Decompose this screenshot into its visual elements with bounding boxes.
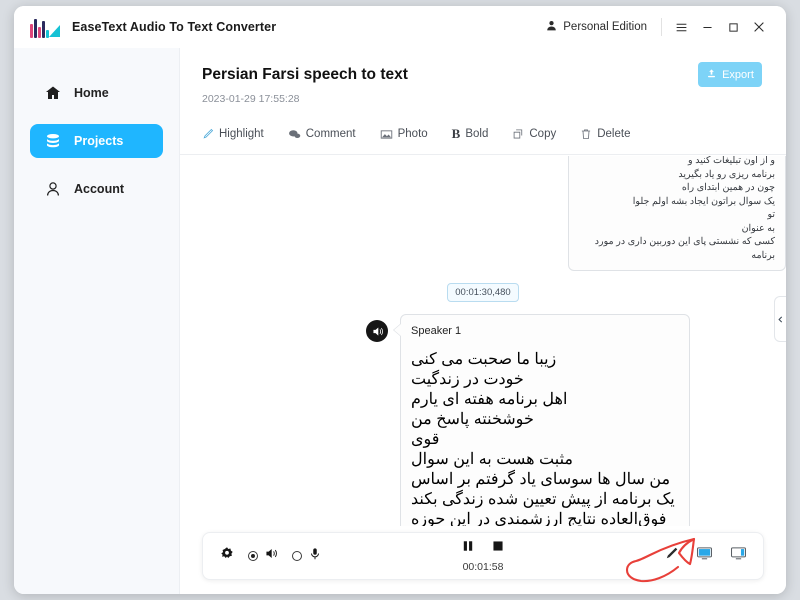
transcript-line: قوی [411,431,440,448]
close-icon[interactable] [746,14,772,40]
audio-player-bar: 00:01:58 [202,532,764,580]
copy-label: Copy [529,128,557,140]
editor-toolbar: Highlight Comment Photo B Bold Copy Dele… [180,110,786,155]
minimize-icon[interactable] [694,14,720,40]
maximize-icon[interactable] [720,14,746,40]
timestamp-row: 00:01:30,480 [180,271,786,314]
transcript-line: برنامه ریزی رو یاد بگیرید [678,168,775,180]
page-title: Persian Farsi speech to text [202,66,408,83]
sidebar-item-account[interactable]: Account [30,172,163,206]
delete-label: Delete [597,128,631,140]
highlight-label: Highlight [219,128,264,140]
transcript-line: اهل برنامه هفته ای یارم [411,391,568,408]
sidebar-item-label-projects: Projects [74,134,124,148]
home-icon [44,85,61,102]
transcript-line: و از اون تبلیغات کنید و [688,156,775,166]
transcript-line: تو [767,209,775,220]
timestamp-chip[interactable]: 00:01:30,480 [447,283,519,302]
playback-time: 00:01:58 [462,561,504,573]
user-icon [546,20,557,34]
export-upload-icon [706,68,717,82]
photo-image-icon [380,128,393,141]
database-icon [44,133,61,150]
speaker-bubble[interactable]: Speaker 1 زیبا ما صحبت می کنی خودت در زن… [394,314,690,526]
transcript-line: کسی که نشستی پای این دوربین داری در مورد… [594,236,775,261]
transcript-area[interactable]: و از اون تبلیغات کنید و برنامه ریزی رو ی… [180,156,786,526]
transcript-line: خوشخنته پاسخ من [411,411,534,428]
split-screen-icon[interactable] [730,545,747,567]
transcript-line: به عنوان [741,222,775,234]
document-date: 2023-01-29 17:55:28 [202,93,300,105]
pen-edit-icon[interactable] [664,546,679,566]
sidebar-item-label-home: Home [74,86,109,100]
comment-button[interactable]: Comment [288,128,356,141]
sidebar: Home Projects Account [14,48,180,594]
comment-label: Comment [305,128,356,140]
photo-label: Photo [397,128,428,140]
microphone-icon [308,547,322,566]
transcript-bubble[interactable]: و از اون تبلیغات کنید و برنامه ریزی رو ی… [568,156,786,271]
bold-label: Bold [465,128,489,140]
speaker-label: Speaker 1 [411,325,462,337]
bold-button[interactable]: B Bold [452,126,489,142]
panel-collapse-handle[interactable] [774,296,786,342]
chevron-left-icon [778,316,783,322]
mic-source-option[interactable] [292,547,322,566]
trash-delete-icon [580,128,592,140]
window-controls: Personal Edition [546,14,786,40]
stop-icon[interactable] [491,539,505,558]
export-button[interactable]: Export [698,62,762,87]
export-label: Export [722,68,754,81]
waveform-logo [30,16,60,38]
bold-b-icon: B [451,126,461,141]
sidebar-item-home[interactable]: Home [30,76,163,110]
transcript-segment-speaker[interactable]: Speaker 1 زیبا ما صحبت می کنی خودت در زن… [180,314,786,526]
speaker-source-option[interactable] [248,546,279,566]
transcript-line: یک سوال براتون ایجاد بشه اولم جلوا [632,195,775,207]
delete-button[interactable]: Delete [580,128,630,140]
transcript-line: من سال ها سوسای یاد گرفتم بر اساس یک برن… [411,471,675,526]
hamburger-menu-icon[interactable] [668,14,694,40]
edition-label: Personal Edition [563,21,647,33]
copy-icon [512,128,524,140]
document-header: Persian Farsi speech to text 2023-01-29 … [180,48,786,110]
radio-selected-icon[interactable] [248,551,258,561]
transcript-line: خودت در زندگیت [411,371,524,388]
pause-icon[interactable] [461,539,475,558]
transcript-line: مثبت هست به این سوال [411,451,573,468]
app-title: EaseText Audio To Text Converter [72,20,277,34]
photo-button[interactable]: Photo [380,128,428,141]
pen-highlight-icon [202,128,214,140]
edition-badge[interactable]: Personal Edition [546,18,662,36]
transcript-line: چون در همین ابتدای راه [681,182,775,193]
speaker-audio-icon[interactable] [366,320,388,342]
player-left-controls [219,546,322,567]
comment-bubble-icon [288,128,301,141]
playback-controls: 00:01:58 [461,539,505,573]
screenshot-root: EaseText Audio To Text Converter Persona… [0,0,800,600]
speaker-icon [264,546,279,566]
monitor-screen-icon[interactable] [696,545,713,567]
sidebar-item-label-account: Account [74,182,124,196]
sidebar-item-projects[interactable]: Projects [30,124,163,158]
account-person-icon [44,181,61,198]
title-bar: EaseText Audio To Text Converter Persona… [14,6,786,48]
radio-unselected-icon[interactable] [292,551,302,561]
copy-button[interactable]: Copy [512,128,556,140]
app-window: EaseText Audio To Text Converter Persona… [14,6,786,594]
bubble-tail [394,324,401,336]
gear-settings-icon[interactable] [219,546,235,567]
transcript-segment-top[interactable]: و از اون تبلیغات کنید و برنامه ریزی رو ی… [180,156,786,271]
transcript-line: زیبا ما صحبت می کنی [411,351,557,368]
main-content: Persian Farsi speech to text 2023-01-29 … [180,48,786,594]
highlight-button[interactable]: Highlight [202,128,264,140]
player-right-controls [664,545,747,567]
